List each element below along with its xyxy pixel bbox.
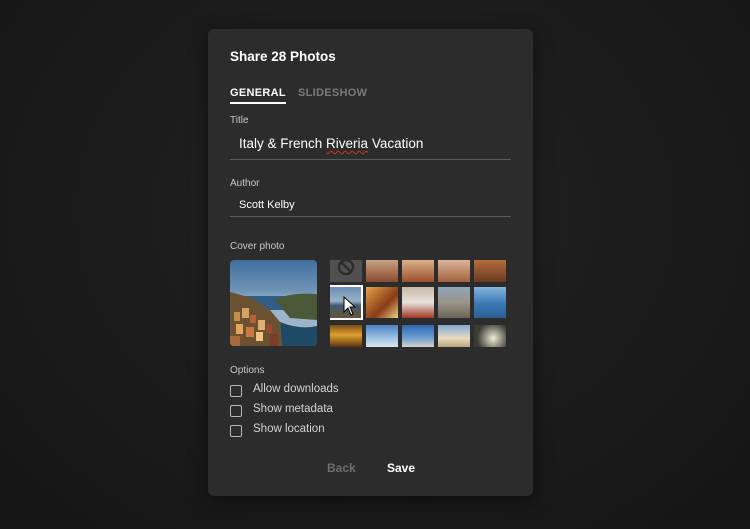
photo-thumbnail[interactable] xyxy=(330,325,362,347)
photo-thumbnail[interactable] xyxy=(366,325,398,347)
photo-thumbnail[interactable] xyxy=(474,325,506,347)
photo-thumbnail[interactable] xyxy=(402,260,434,282)
photo-thumbnail-selected[interactable] xyxy=(330,285,363,320)
photo-thumbnail[interactable] xyxy=(474,260,506,282)
option-label: Allow downloads xyxy=(253,383,339,395)
checkbox-box[interactable] xyxy=(230,425,242,437)
cover-photo[interactable] xyxy=(230,260,317,346)
cover-photo-label: Cover photo xyxy=(230,241,285,252)
photo-thumbnail[interactable] xyxy=(438,287,470,318)
title-label: Title xyxy=(230,115,249,126)
dialog-title: Share 28 Photos xyxy=(230,49,336,64)
author-field[interactable]: Scott Kelby xyxy=(230,197,511,217)
title-text-end: Vacation xyxy=(368,136,424,151)
options-label: Options xyxy=(230,365,265,376)
photo-thumbnail[interactable] xyxy=(438,260,470,282)
checkbox-box[interactable] xyxy=(230,385,242,397)
no-cover-option[interactable] xyxy=(330,260,362,282)
author-label: Author xyxy=(230,178,260,189)
photo-grid xyxy=(330,260,508,347)
title-field[interactable]: Italy & French Riveria Vacation xyxy=(230,133,511,160)
save-button[interactable]: Save xyxy=(387,461,415,475)
misspelled-word: Riveria xyxy=(326,136,369,151)
photo-thumbnail[interactable] xyxy=(438,325,470,347)
share-dialog: Share 28 Photos GENERAL SLIDESHOW Title … xyxy=(208,29,533,496)
photo-thumbnail[interactable] xyxy=(366,287,398,318)
photo-thumbnail[interactable] xyxy=(366,260,398,282)
option-label: Show location xyxy=(253,423,325,435)
title-text: Italy & French xyxy=(239,136,327,151)
tab-slideshow[interactable]: SLIDESHOW xyxy=(298,87,367,99)
back-button[interactable]: Back xyxy=(327,461,356,475)
photo-thumbnail[interactable] xyxy=(474,287,506,318)
photo-thumbnail[interactable] xyxy=(402,287,434,318)
checkbox-box[interactable] xyxy=(230,405,242,417)
option-label: Show metadata xyxy=(253,403,333,415)
tab-general[interactable]: GENERAL xyxy=(230,87,286,104)
photo-thumbnail[interactable] xyxy=(402,325,434,347)
